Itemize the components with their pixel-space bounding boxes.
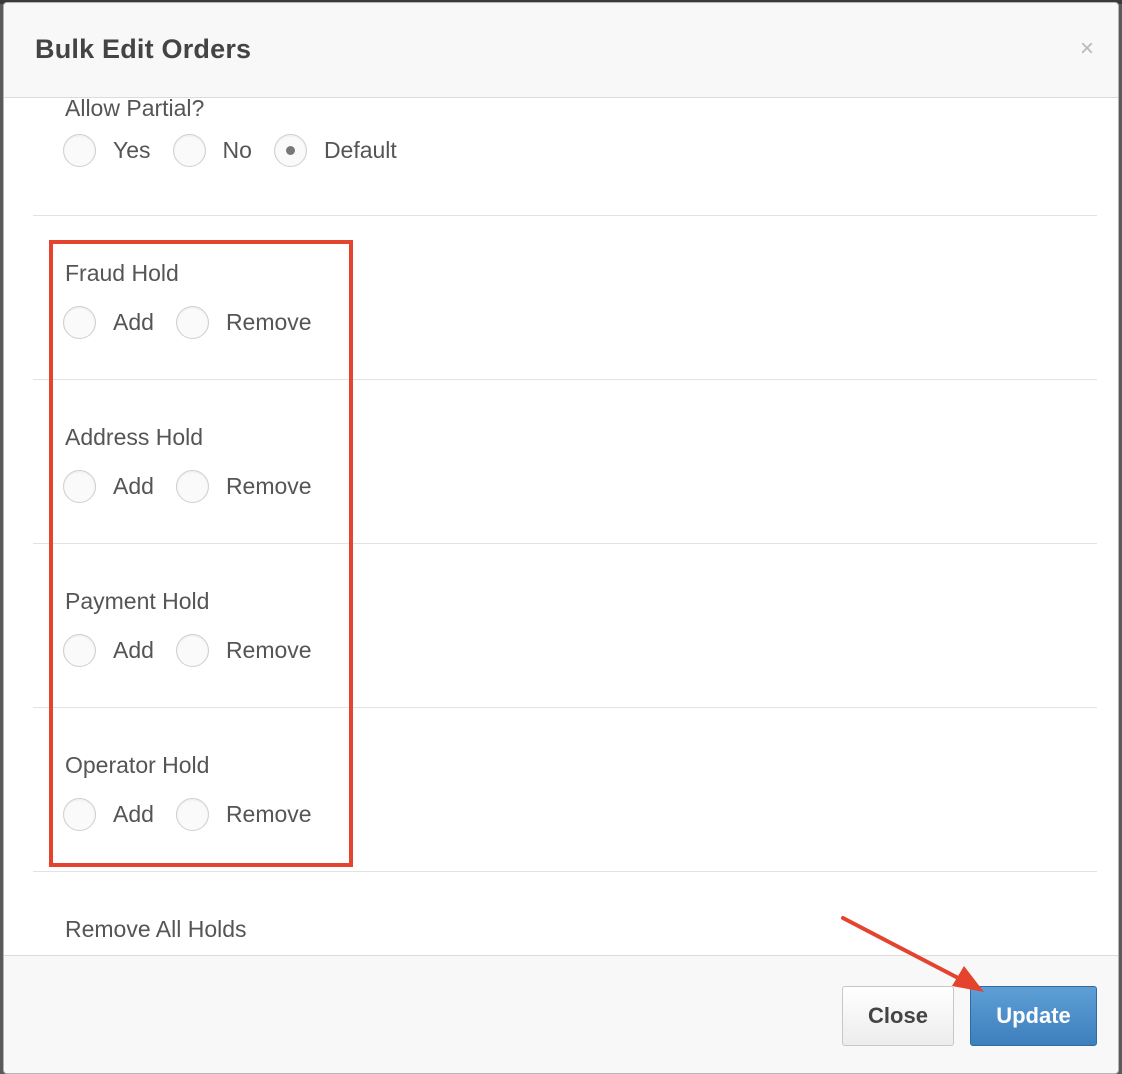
modal-footer: Close Update <box>4 955 1118 1073</box>
modal-title: Bulk Edit Orders <box>35 34 252 64</box>
allow-partial-no-label: No <box>222 136 252 163</box>
radio-selected-dot <box>285 145 295 155</box>
allow-partial-section: Allow Partial? Yes No Default <box>33 99 1097 216</box>
fraud-hold-label: Fraud Hold <box>65 260 179 286</box>
payment-hold-label: Payment Hold <box>65 588 210 614</box>
remove-all-holds-section: Remove All Holds <box>33 872 1097 955</box>
allow-partial-no-radio[interactable] <box>172 133 206 167</box>
address-hold-section: Address Hold Add Remove <box>33 380 1097 544</box>
operator-hold-add-label: Add <box>113 800 154 827</box>
fraud-hold-section: Fraud Hold Add Remove <box>33 216 1097 380</box>
bulk-edit-orders-modal: Bulk Edit Orders × Allow Partial? Yes No… <box>3 2 1119 1074</box>
payment-hold-options: Add Remove <box>63 633 334 667</box>
address-hold-remove-radio[interactable] <box>175 469 209 503</box>
address-hold-add-radio[interactable] <box>63 469 96 503</box>
fraud-hold-add-label: Add <box>113 308 154 335</box>
fraud-hold-remove-label: Remove <box>225 308 312 335</box>
allow-partial-options: Yes No Default <box>63 133 419 167</box>
operator-hold-remove-radio[interactable] <box>175 797 209 831</box>
address-hold-options: Add Remove <box>63 469 334 503</box>
address-hold-add-label: Add <box>113 472 154 499</box>
operator-hold-options: Add Remove <box>63 797 334 831</box>
allow-partial-label: Allow Partial? <box>65 99 205 121</box>
address-hold-remove-label: Remove <box>225 472 312 499</box>
payment-hold-add-radio[interactable] <box>63 633 96 667</box>
fraud-hold-add-radio[interactable] <box>63 305 96 339</box>
payment-hold-section: Payment Hold Add Remove <box>33 544 1097 708</box>
payment-hold-remove-radio[interactable] <box>175 633 209 667</box>
operator-hold-add-radio[interactable] <box>63 797 96 831</box>
allow-partial-yes-label: Yes <box>113 136 151 163</box>
fraud-hold-remove-radio[interactable] <box>175 305 209 339</box>
operator-hold-label: Operator Hold <box>65 752 210 778</box>
address-hold-label: Address Hold <box>65 424 204 450</box>
fraud-hold-options: Add Remove <box>63 305 334 339</box>
modal-body: Allow Partial? Yes No Default Fraud Hold… <box>4 99 1118 955</box>
operator-hold-section: Operator Hold Add Remove <box>33 708 1097 872</box>
close-button[interactable]: Close <box>842 986 954 1046</box>
remove-all-holds-label: Remove All Holds <box>65 916 247 942</box>
modal-header: Bulk Edit Orders × <box>4 3 1118 98</box>
operator-hold-remove-label: Remove <box>225 800 312 827</box>
allow-partial-yes-radio[interactable] <box>63 133 96 167</box>
update-button[interactable]: Update <box>970 986 1097 1046</box>
close-icon[interactable]: × <box>1080 37 1094 61</box>
allow-partial-default-radio[interactable] <box>273 133 307 167</box>
payment-hold-remove-label: Remove <box>225 636 312 663</box>
payment-hold-add-label: Add <box>113 636 154 663</box>
allow-partial-default-label: Default <box>323 136 397 163</box>
